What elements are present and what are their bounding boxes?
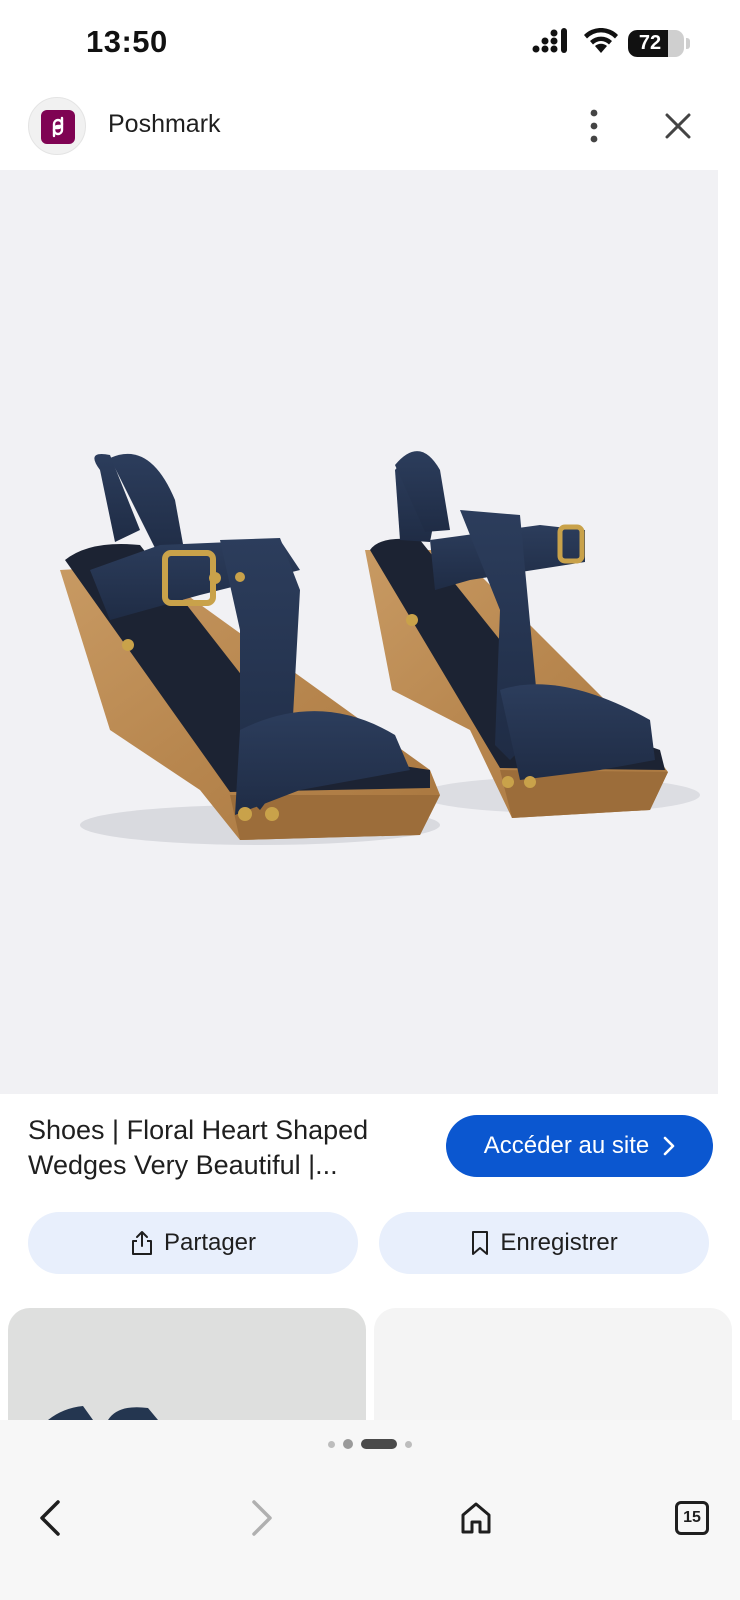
save-button[interactable]: Enregistrer bbox=[379, 1212, 709, 1274]
related-image-1[interactable] bbox=[8, 1308, 366, 1420]
result-title[interactable]: Shoes | Floral Heart Shaped Wedges Very … bbox=[28, 1113, 428, 1183]
status-time: 13:50 bbox=[86, 24, 168, 59]
site-name[interactable]: Poshmark bbox=[108, 110, 221, 139]
page-dot bbox=[328, 1440, 335, 1448]
page-dot-active bbox=[361, 1439, 397, 1449]
poshmark-logo-icon bbox=[41, 110, 75, 144]
chevron-right-icon bbox=[663, 1136, 675, 1156]
wifi-icon bbox=[584, 28, 618, 53]
battery-icon: 72 bbox=[628, 30, 684, 57]
visit-site-label: Accéder au site bbox=[483, 1132, 650, 1159]
wedge-sandals-image bbox=[60, 451, 700, 845]
product-image[interactable] bbox=[0, 170, 718, 1094]
cellular-signal-icon bbox=[532, 28, 567, 53]
home-icon bbox=[461, 1502, 491, 1534]
page-dot bbox=[405, 1440, 412, 1448]
related-shoe-image bbox=[48, 1406, 158, 1420]
tabs-icon: 15 bbox=[675, 1501, 709, 1535]
page-indicator bbox=[0, 1420, 740, 1468]
site-logo[interactable] bbox=[28, 97, 86, 155]
forward-button[interactable] bbox=[234, 1490, 290, 1546]
home-button[interactable] bbox=[448, 1490, 504, 1546]
more-vertical-icon bbox=[590, 109, 598, 143]
share-button[interactable]: Partager bbox=[28, 1212, 358, 1274]
close-icon bbox=[665, 113, 691, 139]
page-dot bbox=[343, 1439, 353, 1449]
tabs-button[interactable]: 15 bbox=[664, 1490, 720, 1546]
back-button[interactable] bbox=[22, 1490, 78, 1546]
battery-nub bbox=[686, 38, 690, 49]
more-options-button[interactable] bbox=[576, 106, 612, 146]
tabs-count: 15 bbox=[683, 1509, 701, 1526]
back-arrow-icon bbox=[40, 1500, 60, 1536]
related-image-2[interactable] bbox=[374, 1308, 732, 1420]
bookmark-icon bbox=[472, 1231, 489, 1255]
visit-site-button[interactable]: Accéder au site bbox=[446, 1115, 713, 1177]
close-button[interactable] bbox=[658, 106, 698, 146]
battery-percent: 72 bbox=[638, 32, 662, 54]
site-header: Poshmark bbox=[0, 88, 740, 170]
forward-arrow-icon bbox=[252, 1500, 272, 1536]
share-label: Partager bbox=[163, 1229, 257, 1256]
save-label: Enregistrer bbox=[500, 1229, 618, 1256]
bottom-toolbar: 15 bbox=[0, 1468, 740, 1600]
share-icon bbox=[131, 1231, 152, 1255]
status-bar: 13:50 72 bbox=[0, 0, 740, 88]
